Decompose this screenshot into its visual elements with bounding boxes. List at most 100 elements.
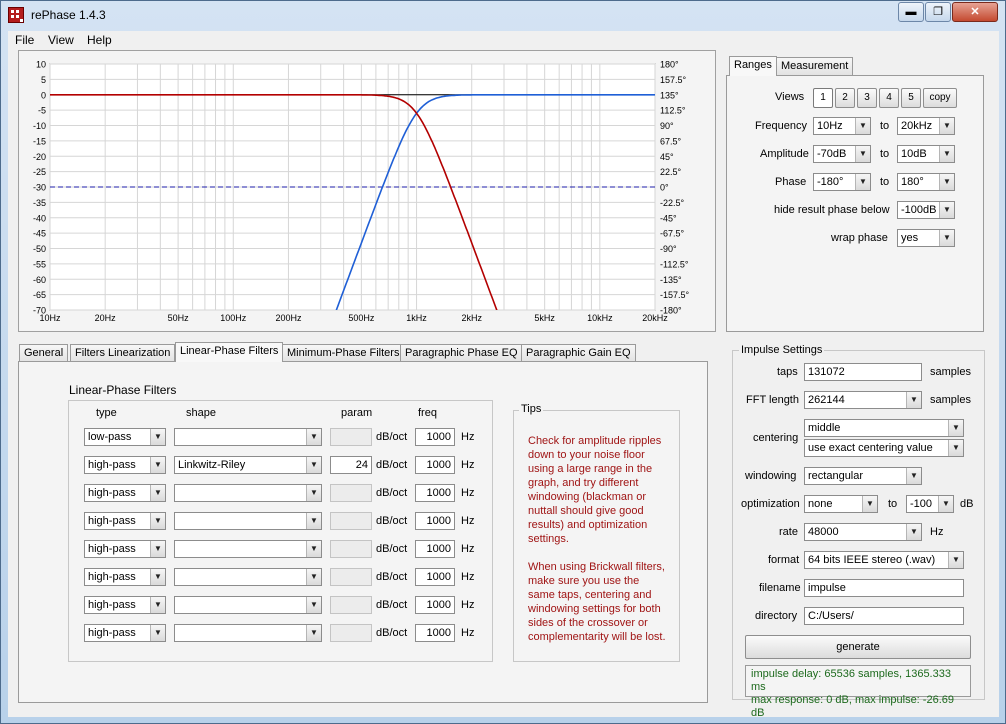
title-bar[interactable]: rePhase 1.4.3 ▬ ❐ ✕	[1, 1, 1005, 31]
graph-canvas[interactable]: 10 5 0 -5 -10 -15 -20 -25 -30 -35 -40 -45 -50 -55 -60 -…	[19, 51, 717, 333]
filter-freq-input[interactable]: 1000	[415, 568, 455, 586]
tab-minimum-phase-filters[interactable]: Minimum-Phase Filters	[282, 344, 405, 362]
tab-ranges[interactable]: Ranges	[729, 56, 777, 76]
filter-shape-select[interactable]: ▼	[174, 540, 322, 558]
filter-type-select[interactable]: high-pass ▼	[84, 484, 166, 502]
param-unit-label: dB/oct	[376, 515, 408, 527]
filter-type-select[interactable]: low-pass ▼	[84, 428, 166, 446]
menu-view[interactable]: View	[48, 33, 74, 47]
phase-tick-label: -157.5°	[660, 290, 690, 300]
filter-shape-select[interactable]: ▼	[174, 512, 322, 530]
chevron-down-icon: ▼	[939, 202, 954, 218]
filter-freq-input[interactable]: 1000	[415, 540, 455, 558]
tab-linear-phase-filters[interactable]: Linear-Phase Filters	[175, 342, 284, 362]
filter-type-select[interactable]: high-pass ▼	[84, 624, 166, 642]
phase-to-select[interactable]: 180° ▼	[897, 173, 955, 191]
impulse-settings-title: Impulse Settings	[739, 344, 825, 356]
phase-to-value: 180°	[901, 176, 924, 188]
tab-paragraphic-gain-eq[interactable]: Paragraphic Gain EQ	[521, 344, 636, 362]
filter-shape-select[interactable]: ▼	[174, 568, 322, 586]
filename-input[interactable]: impulse	[804, 579, 964, 597]
tab-measurement[interactable]: Measurement	[776, 57, 854, 75]
filter-param-input[interactable]	[330, 484, 372, 502]
optimization-db-select[interactable]: -100 ▼	[906, 495, 954, 513]
filter-param-input[interactable]	[330, 568, 372, 586]
frequency-from-select[interactable]: 10Hz ▼	[813, 117, 871, 135]
filter-freq-input[interactable]: 1000	[415, 596, 455, 614]
filter-shape-value: Linkwitz-Riley	[178, 459, 246, 471]
filter-param-input[interactable]	[330, 512, 372, 530]
close-button[interactable]: ✕	[952, 2, 998, 22]
ranges-panel: Views 1 2 3 4 5 copy Frequency 10Hz ▼ to …	[726, 75, 984, 332]
filter-shape-select[interactable]: Linkwitz-Riley ▼	[174, 456, 322, 474]
filter-param-input[interactable]	[330, 596, 372, 614]
chevron-down-icon: ▼	[306, 541, 321, 557]
filter-param-input[interactable]	[330, 428, 372, 446]
directory-input[interactable]: C:/Users/	[804, 607, 964, 625]
param-unit-label: dB/oct	[376, 599, 408, 611]
response-graph[interactable]: 10 5 0 -5 -10 -15 -20 -25 -30 -35 -40 -45 -50 -55 -60 -…	[18, 50, 716, 332]
filter-param-input[interactable]: 24	[330, 456, 372, 474]
tab-filters-linearization[interactable]: Filters Linearization	[70, 344, 176, 362]
chevron-down-icon: ▼	[150, 513, 165, 529]
freq-unit-label: Hz	[461, 515, 475, 527]
maximize-button[interactable]: ❐	[925, 2, 951, 22]
centering-select[interactable]: middle ▼	[804, 419, 964, 437]
minimize-button[interactable]: ▬	[898, 2, 924, 22]
filter-shape-select[interactable]: ▼	[174, 596, 322, 614]
phase-from-select[interactable]: -180° ▼	[813, 173, 871, 191]
view-5-button[interactable]: 5	[901, 88, 921, 108]
filter-type-select[interactable]: high-pass ▼	[84, 512, 166, 530]
chevron-down-icon: ▼	[150, 485, 165, 501]
view-4-button[interactable]: 4	[879, 88, 899, 108]
taps-input[interactable]: 131072	[804, 363, 922, 381]
phase-tick-label: -67.5°	[660, 229, 685, 239]
filter-freq-input[interactable]: 1000	[415, 512, 455, 530]
chevron-down-icon: ▼	[855, 146, 870, 162]
menu-file[interactable]: File	[15, 33, 34, 47]
amplitude-to-select[interactable]: 10dB ▼	[897, 145, 955, 163]
optimization-select[interactable]: none ▼	[804, 495, 878, 513]
filter-freq-input[interactable]: 1000	[415, 484, 455, 502]
amplitude-from-select[interactable]: -70dB ▼	[813, 145, 871, 163]
wrap-phase-select[interactable]: yes ▼	[897, 229, 955, 247]
fft-length-select[interactable]: 262144 ▼	[804, 391, 922, 409]
windowing-select[interactable]: rectangular ▼	[804, 467, 922, 485]
filter-shape-select[interactable]: ▼	[174, 484, 322, 502]
tab-general[interactable]: General	[19, 344, 69, 362]
filter-type-select[interactable]: high-pass ▼	[84, 596, 166, 614]
filter-freq-input[interactable]: 1000	[415, 624, 455, 642]
copy-view-button[interactable]: copy	[923, 88, 957, 108]
phase-tick-label: 22.5°	[660, 167, 682, 177]
generate-button[interactable]: generate	[745, 635, 971, 659]
view-1-button[interactable]: 1	[813, 88, 833, 108]
centering-mode-select[interactable]: use exact centering value ▼	[804, 439, 964, 457]
filter-freq-input[interactable]: 1000	[415, 428, 455, 446]
optimization-value: none	[808, 498, 833, 510]
filter-param-input[interactable]	[330, 624, 372, 642]
tab-paragraphic-phase-eq[interactable]: Paragraphic Phase EQ	[400, 344, 523, 362]
view-3-button[interactable]: 3	[857, 88, 877, 108]
filter-shape-select[interactable]: ▼	[174, 624, 322, 642]
tips-line: windowing settings for both	[528, 603, 661, 615]
chevron-down-icon: ▼	[306, 513, 321, 529]
frequency-to-select[interactable]: 20kHz ▼	[897, 117, 955, 135]
menu-help[interactable]: Help	[87, 33, 112, 47]
rate-select[interactable]: 48000 ▼	[804, 523, 922, 541]
filter-shape-select[interactable]: ▼	[174, 428, 322, 446]
hide-phase-select[interactable]: -100dB ▼	[897, 201, 955, 219]
amplitude-label: Amplitude	[760, 148, 809, 160]
filter-type-select[interactable]: high-pass ▼	[84, 456, 166, 474]
chevron-down-icon: ▼	[906, 524, 921, 540]
max-response-text: max response: 0 dB, max impulse: -26.69 …	[751, 694, 954, 719]
format-value: 64 bits IEEE stereo (.wav)	[808, 554, 936, 566]
filter-param-input[interactable]	[330, 540, 372, 558]
frequency-tick-label: 2kHz	[461, 313, 482, 323]
format-select[interactable]: 64 bits IEEE stereo (.wav) ▼	[804, 551, 964, 569]
optimization-to-label: to	[888, 498, 898, 510]
filter-freq-input[interactable]: 1000	[415, 456, 455, 474]
filter-type-select[interactable]: high-pass ▼	[84, 568, 166, 586]
phase-tick-label: -112.5°	[660, 259, 689, 269]
view-2-button[interactable]: 2	[835, 88, 855, 108]
filter-type-select[interactable]: high-pass ▼	[84, 540, 166, 558]
